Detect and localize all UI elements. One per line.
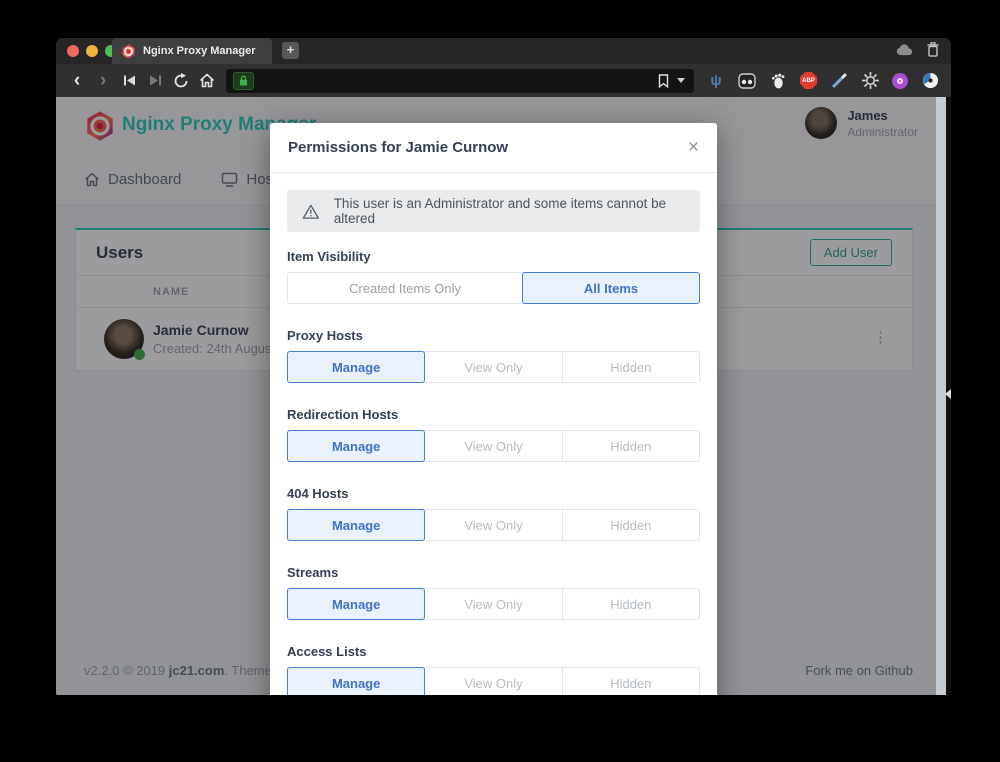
streams-view-only[interactable]: View Only [424,588,562,620]
fast-forward-button[interactable] [142,68,168,94]
secure-lock-icon[interactable] [233,72,254,90]
close-icon[interactable]: × [688,138,699,157]
proxy-hosts-group: Manage View Only Hidden [287,351,700,383]
access-lists-manage[interactable]: Manage [287,667,425,695]
sync-cloud-icon[interactable] [896,44,913,56]
redirection-hosts-manage[interactable]: Manage [287,430,425,462]
back-button[interactable]: ‹ [64,68,90,94]
admin-alert-text: This user is an Administrator and some i… [334,196,685,226]
extension-gear-icon[interactable] [861,72,879,90]
tab-title: Nginx Proxy Manager [143,45,255,57]
web-page: Nginx Proxy Manager James Administrator … [56,97,936,695]
404-hosts-label: 404 Hosts [287,486,700,501]
close-window-button[interactable] [67,45,79,57]
extension-adblock-plus-icon[interactable]: ABP [800,72,817,89]
admin-alert: This user is an Administrator and some i… [287,190,700,232]
extension-trident-icon[interactable]: ψ [707,72,725,90]
streams-manage[interactable]: Manage [287,588,425,620]
bookmark-icon[interactable] [658,74,669,88]
minimize-window-button[interactable] [86,45,98,57]
modal-title: Permissions for Jamie Curnow [288,139,508,156]
redirection-hosts-group: Manage View Only Hidden [287,430,700,462]
proxy-hosts-manage[interactable]: Manage [287,351,425,383]
permissions-modal: Permissions for Jamie Curnow × This user… [270,123,717,695]
proxy-hosts-view-only[interactable]: View Only [424,351,562,383]
item-visibility-group: Created Items Only All Items [287,272,700,304]
redirection-hosts-hidden[interactable]: Hidden [562,430,700,462]
redirection-hosts-label: Redirection Hosts [287,407,700,422]
warning-triangle-icon [302,203,320,220]
404-hosts-hidden[interactable]: Hidden [562,509,700,541]
item-visibility-label: Item Visibility [287,249,700,264]
rewind-button[interactable] [116,68,142,94]
home-button[interactable] [194,68,220,94]
browser-toolbar: ‹ › ψ [56,64,951,97]
streams-label: Streams [287,565,700,580]
browser-window: Nginx Proxy Manager + ‹ › [56,38,951,695]
browser-tab-nginx-proxy-manager[interactable]: Nginx Proxy Manager [112,38,272,64]
favicon-npm [121,44,136,59]
access-lists-view-only[interactable]: View Only [424,667,562,695]
address-bar[interactable] [226,69,694,93]
streams-hidden[interactable]: Hidden [562,588,700,620]
panel-toggle-arrow-icon[interactable] [940,389,951,399]
extension-pen-icon[interactable] [830,72,848,90]
window-controls [67,45,117,57]
streams-group: Manage View Only Hidden [287,588,700,620]
extension-purple-icon[interactable] [892,73,908,89]
extension-goggles-icon[interactable] [738,72,756,90]
access-lists-hidden[interactable]: Hidden [562,667,700,695]
reload-button[interactable] [168,68,194,94]
forward-button[interactable]: › [90,68,116,94]
trash-icon[interactable] [927,42,939,57]
tab-bar: Nginx Proxy Manager + [56,38,951,64]
proxy-hosts-hidden[interactable]: Hidden [562,351,700,383]
bookmark-dropdown-caret[interactable] [677,78,685,87]
extensions-row: ψ ABP [705,72,943,90]
option-all-items[interactable]: All Items [522,272,700,304]
access-lists-label: Access Lists [287,644,700,659]
new-tab-button[interactable]: + [282,42,299,59]
access-lists-group: Manage View Only Hidden [287,667,700,695]
extension-gnome-foot-icon[interactable] [769,72,787,90]
proxy-hosts-label: Proxy Hosts [287,328,700,343]
extension-privacy-dial-icon[interactable] [921,72,939,90]
404-hosts-manage[interactable]: Manage [287,509,425,541]
redirection-hosts-view-only[interactable]: View Only [424,430,562,462]
option-created-items-only[interactable]: Created Items Only [287,272,523,304]
404-hosts-group: Manage View Only Hidden [287,509,700,541]
404-hosts-view-only[interactable]: View Only [424,509,562,541]
window-right-edge [946,97,951,695]
